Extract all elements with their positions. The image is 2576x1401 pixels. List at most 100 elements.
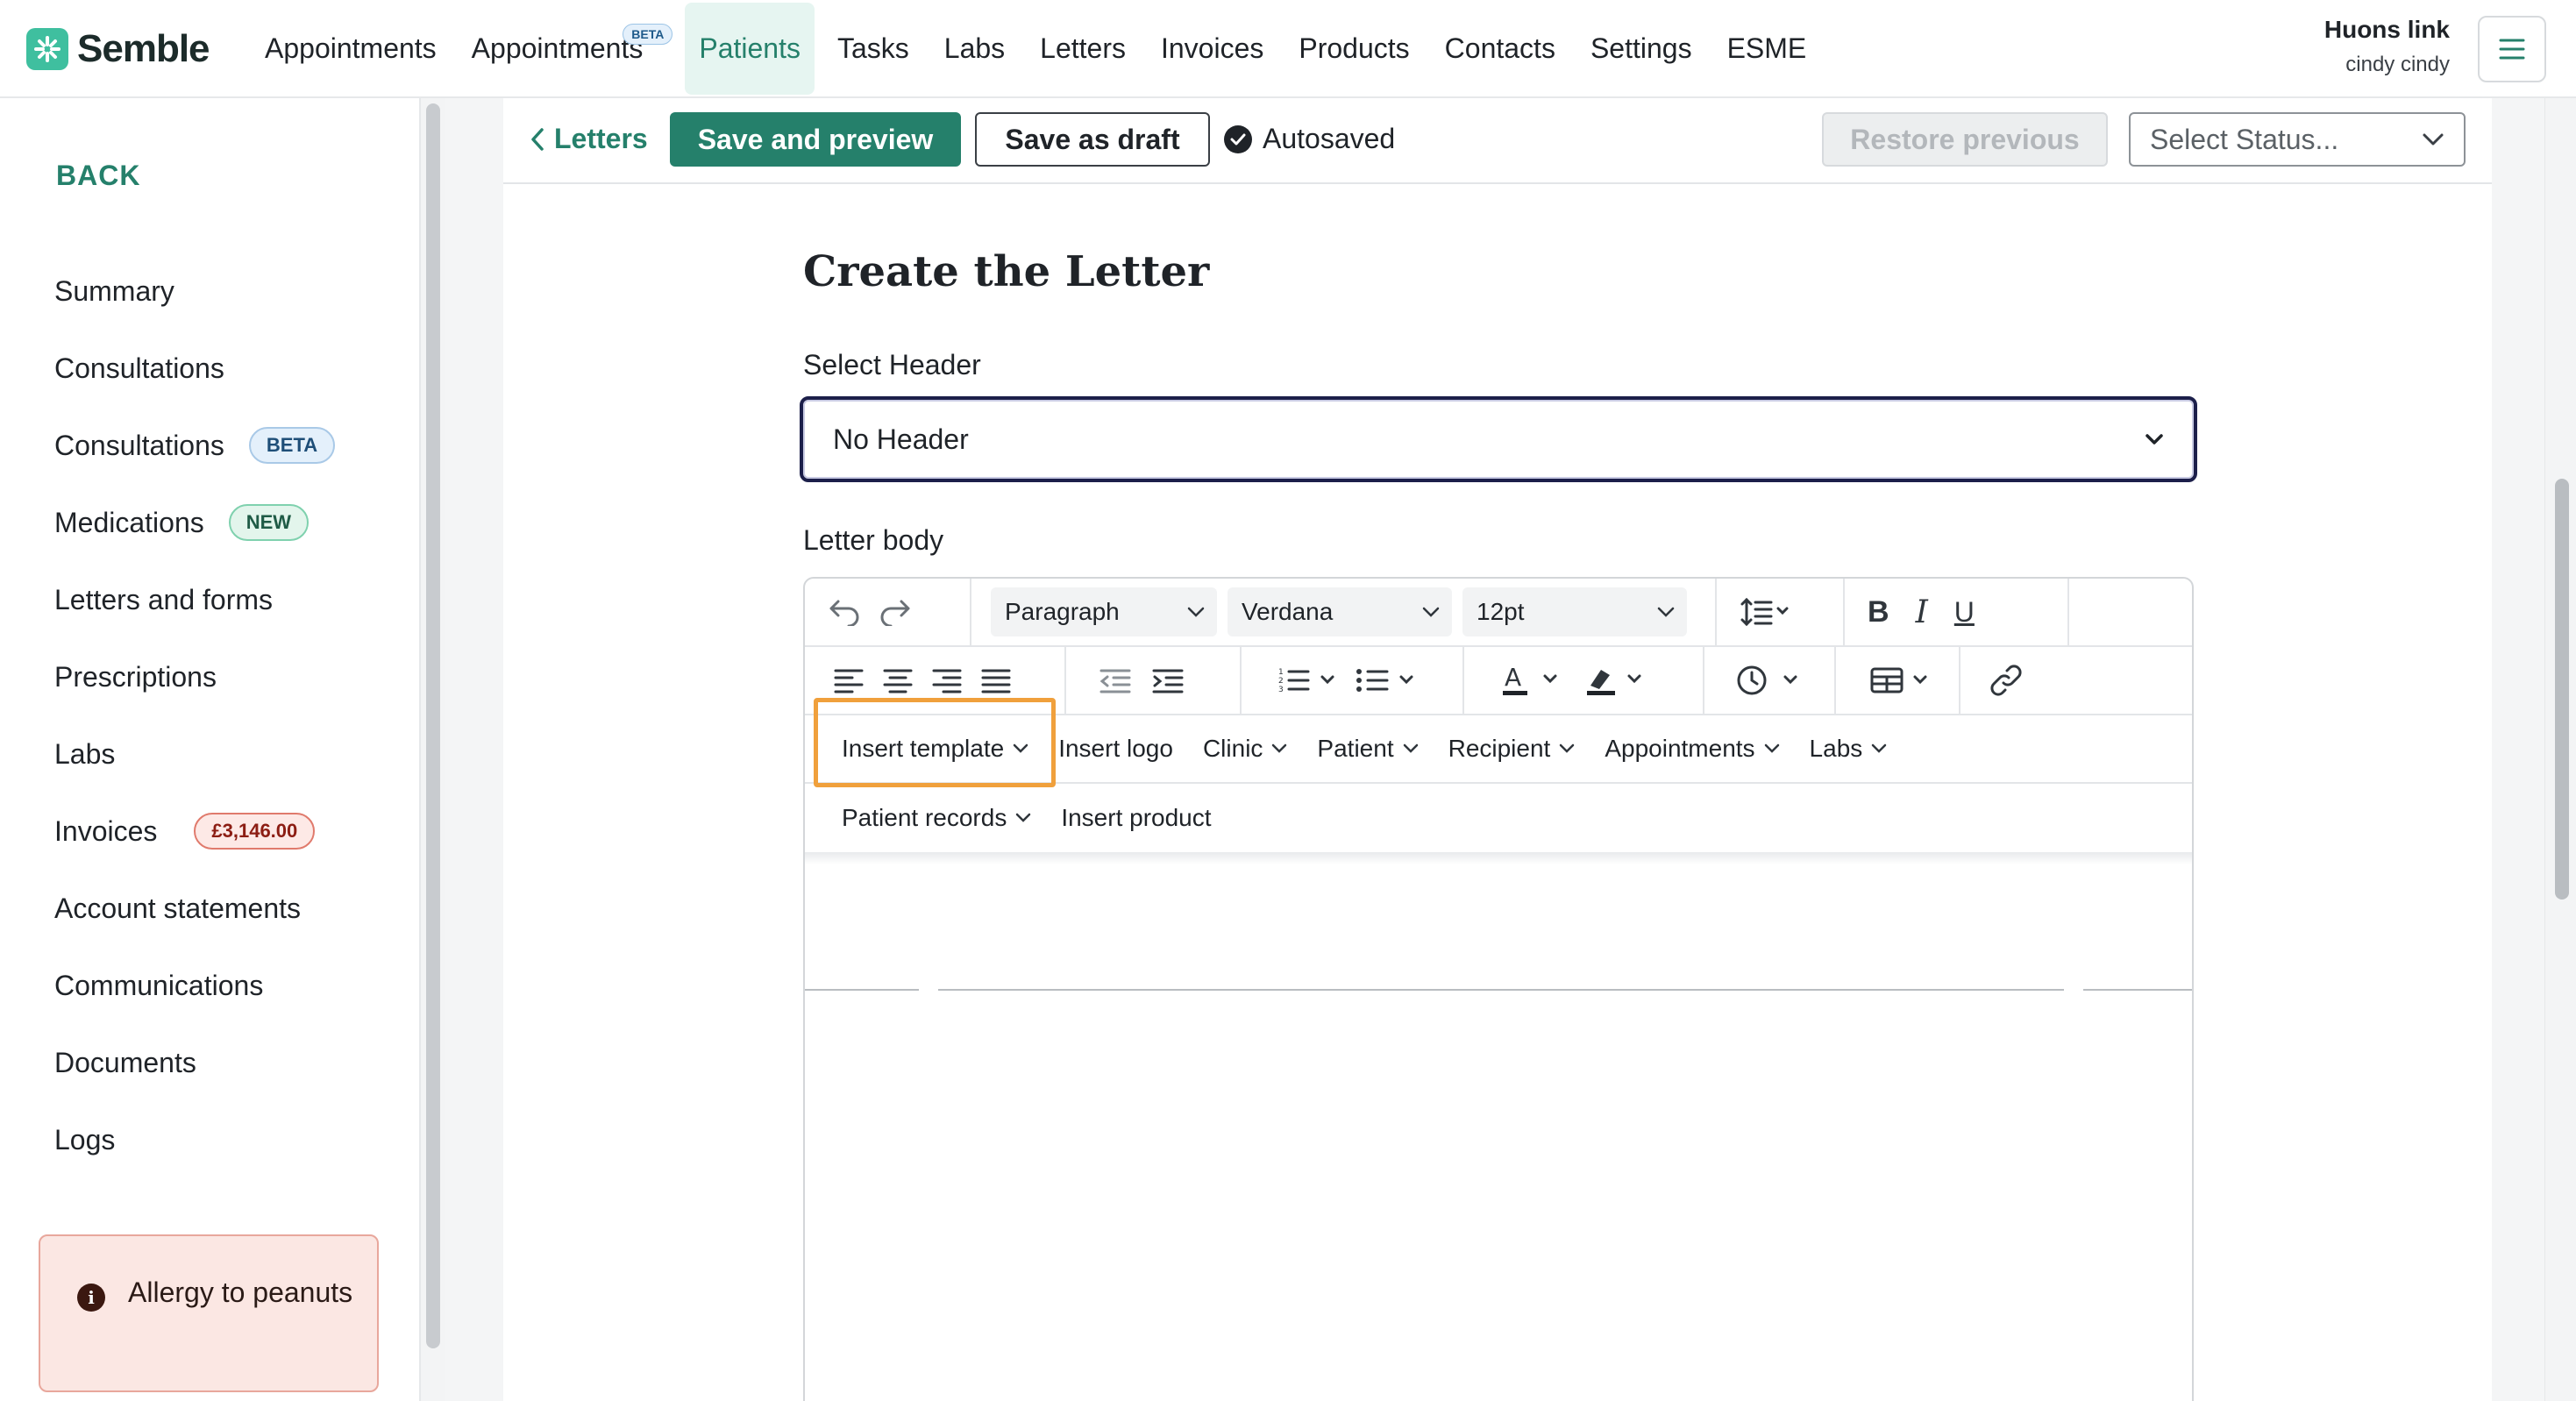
- underline-button[interactable]: U: [1946, 587, 1983, 636]
- nav-appointments-beta[interactable]: Appointments BETA: [459, 17, 673, 81]
- nav-letters[interactable]: Letters: [1028, 17, 1138, 81]
- font-size-select[interactable]: 12pt: [1462, 587, 1687, 636]
- allergy-alert-text: Allergy to peanuts: [128, 1277, 353, 1308]
- insert-table-button[interactable]: [1861, 656, 1946, 705]
- status-select-placeholder: Select Status...: [2150, 123, 2339, 155]
- nav-esme[interactable]: ESME: [1715, 17, 1819, 81]
- undo-button[interactable]: [819, 587, 870, 636]
- text-color-button[interactable]: A: [1492, 656, 1576, 705]
- font-family-select[interactable]: Verdana: [1228, 587, 1452, 636]
- insert-product-menu[interactable]: Insert product: [1046, 793, 1226, 843]
- save-and-preview-button[interactable]: Save and preview: [670, 112, 961, 167]
- patient-records-menu[interactable]: Patient records: [824, 793, 1046, 843]
- align-center-icon: [883, 669, 913, 693]
- table-group: [1836, 647, 1960, 714]
- info-icon: i: [77, 1284, 105, 1312]
- patient-menu[interactable]: Patient: [1302, 724, 1433, 773]
- indent-group: [1066, 647, 1242, 714]
- user-account[interactable]: Huons link cindy cindy: [2324, 16, 2450, 77]
- sidebar-item-invoices[interactable]: Invoices £3,146.00: [54, 793, 335, 870]
- highlight-icon: [1587, 670, 1641, 695]
- nav-invoices[interactable]: Invoices: [1149, 17, 1276, 81]
- new-badge: NEW: [228, 504, 310, 541]
- align-center-button[interactable]: [873, 656, 922, 705]
- sidebar-item-medications[interactable]: Medications NEW: [54, 484, 335, 561]
- editor-toolbar-row-2: 123 A: [805, 647, 2192, 715]
- chevron-down-icon: [1403, 743, 1418, 753]
- header-select-value: No Header: [833, 423, 969, 455]
- nav-labs[interactable]: Labs: [932, 17, 1017, 81]
- redo-button[interactable]: [870, 587, 921, 636]
- numbered-list-button[interactable]: 123: [1268, 656, 1347, 705]
- redo-icon: [880, 600, 910, 626]
- semble-logo[interactable]: Semble: [26, 26, 210, 72]
- select-header-label: Select Header: [803, 349, 981, 380]
- bold-button[interactable]: B: [1859, 587, 1898, 636]
- nav-appointments-beta-label: Appointments: [471, 32, 644, 64]
- recipient-menu[interactable]: Recipient: [1434, 724, 1590, 773]
- highlight-color-button[interactable]: [1576, 656, 1661, 705]
- sidebar-item-communications[interactable]: Communications: [54, 947, 335, 1024]
- sidebar-item-account-statements[interactable]: Account statements: [54, 870, 335, 947]
- invoice-balance-badge: £3,146.00: [194, 813, 316, 850]
- insert-logo-menu[interactable]: Insert logo: [1043, 724, 1188, 773]
- page-title: Create the Letter: [803, 247, 1210, 296]
- save-as-draft-button[interactable]: Save as draft: [975, 112, 1210, 167]
- sidebar-item-letters-and-forms[interactable]: Letters and forms: [54, 561, 335, 638]
- autosaved-label: Autosaved: [1263, 123, 1396, 154]
- labs-menu-label: Labs: [1809, 735, 1863, 762]
- sidebar-item-labs[interactable]: Labs: [54, 715, 335, 793]
- indent-button[interactable]: [1142, 656, 1194, 705]
- bullet-list-button[interactable]: [1347, 656, 1426, 705]
- editor-menubar-row-1: Insert template Insert logo Clinic Patie…: [805, 715, 2192, 784]
- align-right-button[interactable]: [922, 656, 971, 705]
- sidebar-item-logs[interactable]: Logs: [54, 1101, 335, 1178]
- sidebar-item-prescriptions[interactable]: Prescriptions: [54, 638, 335, 715]
- numbered-list-icon: 123: [1278, 668, 1334, 694]
- list-group: 123: [1242, 647, 1464, 714]
- user-subtitle: cindy cindy: [2345, 53, 2450, 76]
- nav-appointments[interactable]: Appointments: [253, 17, 449, 81]
- header-select[interactable]: No Header: [800, 396, 2197, 482]
- back-link[interactable]: BACK: [56, 160, 140, 192]
- main-menu-button[interactable]: [2478, 16, 2546, 82]
- outdent-button[interactable]: [1089, 656, 1142, 705]
- sidebar-item-consultations[interactable]: Consultations: [54, 330, 335, 407]
- clock-icon: [1737, 665, 1797, 695]
- text-style-group: B I U: [1845, 579, 2069, 645]
- sidebar-item-label: Account statements: [54, 892, 302, 924]
- chevron-down-icon: [1872, 743, 1887, 753]
- nav-contacts[interactable]: Contacts: [1433, 17, 1568, 81]
- datetime-group: [1704, 647, 1836, 714]
- svg-text:2: 2: [1278, 677, 1284, 686]
- nav-settings[interactable]: Settings: [1578, 17, 1704, 81]
- appointments-menu[interactable]: Appointments: [1590, 724, 1794, 773]
- rich-text-editor: Paragraph Verdana 12pt B I U 1 2 3 A Ins…: [803, 577, 2194, 1401]
- nav-patients[interactable]: Patients: [685, 2, 815, 95]
- nav-tasks[interactable]: Tasks: [825, 17, 922, 81]
- sidebar-item-consultations-beta[interactable]: Consultations BETA: [54, 407, 336, 484]
- back-to-letters-link[interactable]: Letters: [530, 123, 648, 155]
- patient-records-label: Patient records: [842, 804, 1007, 831]
- align-left-button[interactable]: [824, 656, 873, 705]
- labs-menu[interactable]: Labs: [1795, 724, 1903, 773]
- italic-button[interactable]: I: [1907, 587, 1937, 636]
- clinic-menu[interactable]: Clinic: [1188, 724, 1302, 773]
- sidebar-item-summary[interactable]: Summary: [54, 252, 335, 330]
- nav-products[interactable]: Products: [1286, 17, 1421, 81]
- block-format-select[interactable]: Paragraph: [991, 587, 1217, 636]
- insert-link-button[interactable]: [1980, 656, 2032, 705]
- outdent-icon: [1099, 669, 1131, 693]
- beta-badge: BETA: [248, 427, 336, 464]
- undo-icon: [829, 600, 859, 626]
- page-scrollbar-thumb[interactable]: [2555, 479, 2569, 900]
- status-select[interactable]: Select Status...: [2129, 112, 2466, 167]
- sidebar-scrollbar-thumb[interactable]: [426, 103, 440, 1348]
- chevron-down-icon: [1013, 743, 1028, 753]
- insert-datetime-button[interactable]: [1727, 656, 1817, 705]
- insert-template-menu[interactable]: Insert template: [824, 724, 1043, 773]
- line-height-button[interactable]: [1731, 587, 1801, 636]
- align-left-icon: [834, 669, 864, 693]
- sidebar-item-documents[interactable]: Documents: [54, 1024, 335, 1101]
- align-justify-button[interactable]: [971, 656, 1021, 705]
